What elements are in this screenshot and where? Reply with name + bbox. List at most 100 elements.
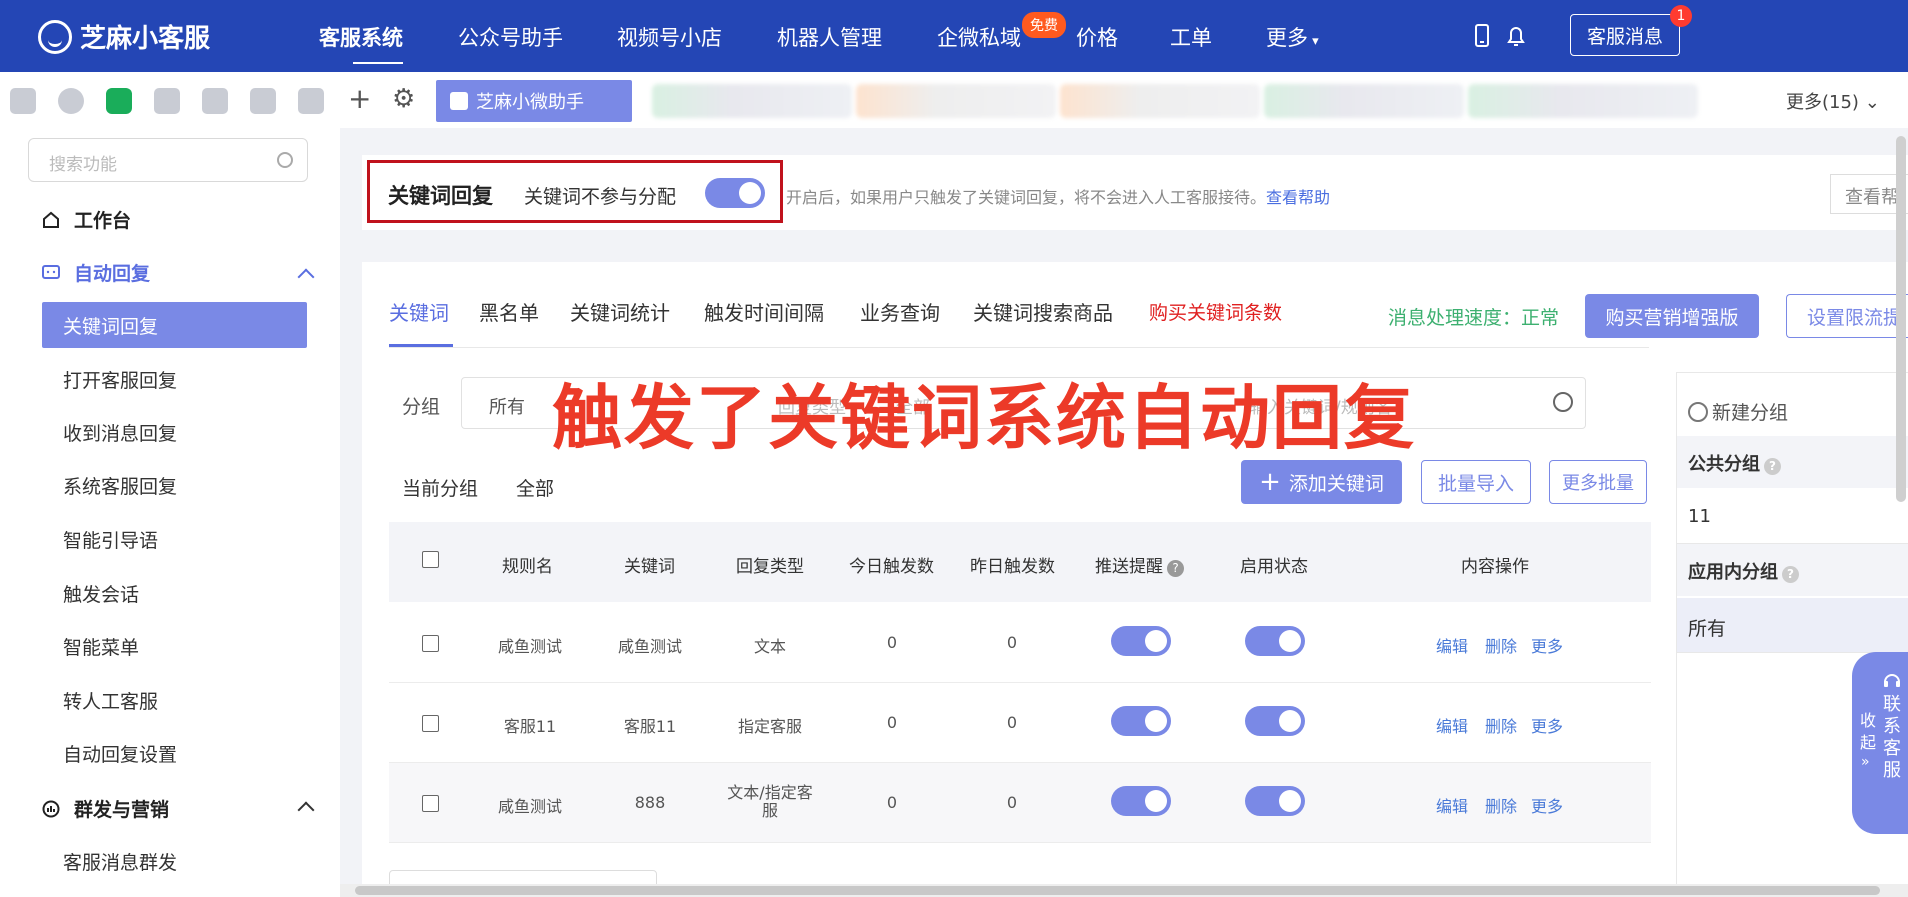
cell-reply-type: 指定客服 xyxy=(737,717,802,736)
sidebar-item-trigger-session[interactable]: 触发会话 xyxy=(63,580,139,607)
nav-price[interactable]: 价格 xyxy=(1076,22,1118,52)
more-batch-button[interactable]: 更多批量 xyxy=(1549,460,1647,504)
edit-link[interactable]: 编辑 xyxy=(1436,633,1468,657)
nav-kefu-system[interactable]: 客服系统 xyxy=(319,22,403,64)
chat-icon[interactable] xyxy=(58,88,84,114)
logo[interactable]: 芝麻小客服 xyxy=(38,18,210,55)
mobile-icon[interactable] xyxy=(1468,22,1496,50)
sidebar-item-system-reply[interactable]: 系统客服回复 xyxy=(63,472,177,499)
cell-yesterday: 0 xyxy=(1006,713,1018,732)
row-checkbox[interactable] xyxy=(422,635,439,652)
more-link[interactable]: 更多 xyxy=(1531,793,1563,817)
blurred-tab[interactable] xyxy=(1264,84,1464,118)
sidebar-workbench[interactable]: 工作台 xyxy=(42,206,131,233)
sidebar-search-input[interactable]: 搜索功能 xyxy=(28,138,308,182)
new-group-button[interactable]: 新建分组 xyxy=(1688,398,1788,425)
caret-down-icon: ▾ xyxy=(1308,34,1319,49)
edit-link[interactable]: 编辑 xyxy=(1436,713,1468,737)
enable-toggle[interactable] xyxy=(1245,626,1305,656)
blurred-tab[interactable] xyxy=(1468,84,1698,118)
more-tabs-button[interactable]: 更多(15) ⌄ xyxy=(1786,88,1880,114)
sidebar-item-smart-menu[interactable]: 智能菜单 xyxy=(63,633,139,660)
help-link[interactable]: 查看帮助 xyxy=(1266,188,1330,207)
help-icon[interactable]: ? xyxy=(1782,566,1799,583)
sidebar-item-keyword-reply[interactable]: 关键词回复 xyxy=(42,302,307,348)
gear-icon[interactable]: ⚙ xyxy=(392,84,415,114)
nav-robot[interactable]: 机器人管理 xyxy=(777,22,882,52)
nav-wecom[interactable]: 企微私域 xyxy=(937,22,1021,52)
sidebar-item-settings[interactable]: 自动回复设置 xyxy=(63,740,177,767)
collapse-label[interactable]: 收起 xyxy=(1858,710,1878,754)
sidebar-group-auto-reply[interactable]: 自动回复 xyxy=(42,259,150,286)
blurred-tab[interactable] xyxy=(1060,84,1260,118)
sidebar-item-open-reply[interactable]: 打开客服回复 xyxy=(63,366,177,393)
row-checkbox[interactable] xyxy=(422,715,439,732)
delete-link[interactable]: 删除 xyxy=(1485,713,1517,737)
public-group-item[interactable]: 11 xyxy=(1688,506,1711,527)
blurred-tab[interactable] xyxy=(652,84,852,118)
kefu-message-button[interactable]: 客服消息 xyxy=(1570,14,1680,56)
plus-circle-icon xyxy=(1688,402,1708,422)
nav-video-shop[interactable]: 视频号小店 xyxy=(617,22,722,52)
group-select[interactable]: 所有 xyxy=(489,393,525,419)
nav-more[interactable]: 更多 ▾ xyxy=(1266,22,1319,52)
help-icon[interactable]: ? xyxy=(1167,560,1184,577)
tab-buy-keywords[interactable]: 购买关键词条数 xyxy=(1149,298,1282,325)
search-icon[interactable] xyxy=(1553,392,1573,412)
no-assign-toggle[interactable] xyxy=(705,178,765,208)
app-group-item[interactable]: 所有 xyxy=(1677,598,1908,652)
sidebar-group-auto-label: 自动回复 xyxy=(74,263,151,285)
buy-marketing-button[interactable]: 购买营销增强版 xyxy=(1585,294,1759,338)
row-checkbox[interactable] xyxy=(422,795,439,812)
sidebar-item-message-reply[interactable]: 收到消息回复 xyxy=(63,419,177,446)
nav-gzh-assistant[interactable]: 公众号助手 xyxy=(458,22,563,52)
push-toggle[interactable] xyxy=(1111,626,1171,656)
sidebar-item-transfer[interactable]: 转人工客服 xyxy=(63,687,158,714)
contact-widget[interactable]: 收起 » 联系客服 xyxy=(1852,652,1908,834)
group-filter-label: 分组 xyxy=(402,396,441,418)
more-link[interactable]: 更多 xyxy=(1531,713,1563,737)
link-icon[interactable] xyxy=(154,88,180,114)
cube-icon[interactable] xyxy=(298,88,324,114)
asterisk-icon[interactable] xyxy=(250,88,276,114)
select-all-checkbox[interactable] xyxy=(422,551,439,568)
bell-icon[interactable] xyxy=(1502,22,1530,50)
add-keyword-button[interactable]: + 添加关键词 xyxy=(1241,460,1402,504)
logo-icon xyxy=(38,19,72,54)
push-toggle[interactable] xyxy=(1111,786,1171,816)
app-icon-1[interactable] xyxy=(10,88,36,114)
all-group-filter[interactable]: 全部 xyxy=(516,474,554,501)
set-limit-button[interactable]: 设置限流提 xyxy=(1786,294,1908,338)
tab-business-query[interactable]: 业务查询 xyxy=(860,297,940,326)
add-icon[interactable]: + xyxy=(348,82,371,115)
sidebar-item-guide[interactable]: 智能引导语 xyxy=(63,526,158,553)
more-link[interactable]: 更多 xyxy=(1531,633,1563,657)
sidebar-group-mass[interactable]: 群发与营销 xyxy=(42,795,169,822)
tab-keyword[interactable]: 关键词 xyxy=(389,297,449,326)
delete-link[interactable]: 删除 xyxy=(1485,793,1517,817)
edit-link[interactable]: 编辑 xyxy=(1436,793,1468,817)
col-enabled: 启用状态 xyxy=(1240,557,1308,577)
enable-toggle[interactable] xyxy=(1245,786,1305,816)
horizontal-scroll-thumb[interactable] xyxy=(355,886,1880,895)
delete-link[interactable]: 删除 xyxy=(1485,633,1517,657)
push-toggle[interactable] xyxy=(1111,706,1171,736)
tab-trigger-interval[interactable]: 触发时间间隔 xyxy=(704,297,824,326)
nav-ticket[interactable]: 工单 xyxy=(1170,22,1212,52)
cell-yesterday: 0 xyxy=(1006,633,1018,652)
enable-toggle[interactable] xyxy=(1245,706,1305,736)
vertical-scroll-thumb[interactable] xyxy=(1896,136,1906,502)
batch-import-button[interactable]: 批量导入 xyxy=(1421,460,1531,504)
zhima-app-icon[interactable] xyxy=(106,88,132,114)
contact-label: 联系客服 xyxy=(1883,694,1901,781)
tab-keyword-stats[interactable]: 关键词统计 xyxy=(570,297,670,326)
sidebar-item-mass-send[interactable]: 客服消息群发 xyxy=(63,848,177,875)
help-icon[interactable]: ? xyxy=(1764,458,1781,475)
current-group-filter[interactable]: 当前分组 xyxy=(402,474,478,501)
blurred-tab[interactable] xyxy=(856,84,1056,118)
tab-blacklist[interactable]: 黑名单 xyxy=(479,297,539,326)
public-group-header: 公共分组? xyxy=(1677,436,1908,488)
tab-keyword-search-goods[interactable]: 关键词搜索商品 xyxy=(973,297,1113,326)
puzzle-icon[interactable] xyxy=(202,88,228,114)
tab-zhima-assistant[interactable]: 芝麻小微助手 xyxy=(436,80,632,122)
